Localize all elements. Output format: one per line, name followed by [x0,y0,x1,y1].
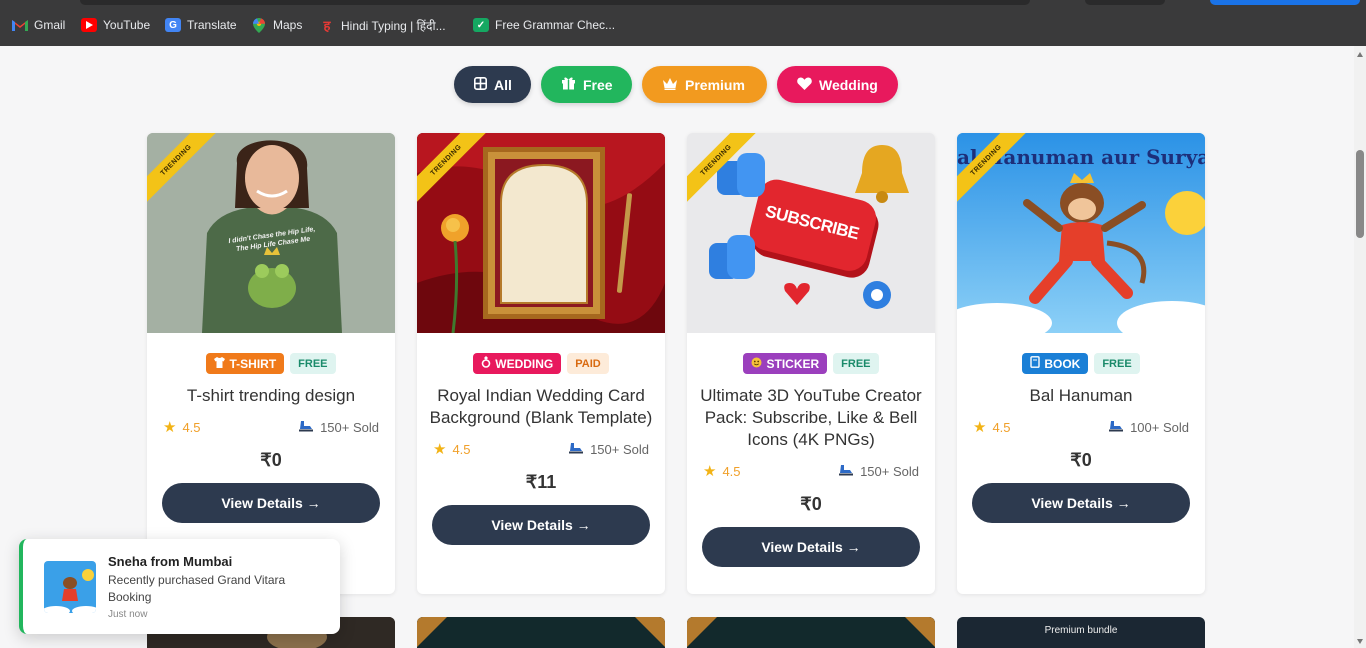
bookmark-maps[interactable]: Maps [251,17,302,33]
bookmark-label: YouTube [103,18,151,32]
bookmark-label: Maps [273,18,303,32]
star-icon: ★ [433,441,447,458]
ring-icon [481,356,491,371]
crown-icon [662,77,678,93]
product-price: ₹0 [800,494,822,514]
star-icon: ★ [703,463,717,480]
bookmark-label: Translate [187,18,237,32]
cart-icon [568,442,584,457]
filter-label: Wedding [819,76,878,93]
filter-free-button[interactable]: Free [541,66,632,103]
bookmark-label: Hindi Typing | हिंदी... [341,18,446,33]
gmail-icon [12,18,28,32]
gift-icon [561,76,576,93]
notification-time: Just now [108,609,148,620]
view-details-button[interactable]: View Details → [972,483,1190,523]
grammar-icon: ✓ [473,18,489,32]
sold-count: 150+ Sold [838,464,919,479]
product-card[interactable]: I didn't Chase the Hip Life, The Hip Lif… [147,133,395,594]
address-bar-edge [80,0,1030,5]
translate-icon: G [165,18,181,32]
product-card[interactable]: al Hanuman aur Surya D TRENDING BOOK FRE… [957,133,1205,594]
star-icon: ★ [973,419,987,436]
star-icon: ★ [163,419,177,436]
bookmark-youtube[interactable]: YouTube [81,17,150,33]
product-price: ₹0 [1070,450,1092,470]
view-details-button[interactable]: View Details → [432,505,650,545]
bookmark-label: Free Grammar Chec... [495,18,616,32]
bookmark-gmail[interactable]: Gmail [12,17,65,33]
product-image: SUBSCRIBE TRENDING [687,133,935,333]
cart-icon [298,420,314,435]
product-image: al Hanuman aur Surya D TRENDING [957,133,1205,333]
scroll-down-arrow-icon[interactable] [1357,639,1363,644]
product-card[interactable]: TRENDING WEDDING PAID Royal Indian Weddi… [417,133,665,594]
hindi-typing-icon: ह [323,18,331,33]
bookmarks-bar: Gmail YouTube G Translate Maps ह Hindi T… [0,0,1366,46]
toolbar-button-edge [1085,0,1165,5]
category-filters: All Free Premium Wedding [454,66,898,103]
scroll-up-arrow-icon[interactable] [1357,52,1363,57]
toolbar-button-edge-blue [1210,0,1360,5]
filter-label: Free [583,76,613,93]
bookmark-label: Gmail [34,18,66,32]
price-type-badge: FREE [833,353,879,374]
bookmark-translate[interactable]: G Translate [165,17,237,33]
product-card-partial[interactable] [687,617,935,648]
product-card-partial[interactable] [417,617,665,648]
category-badge: BOOK [1022,353,1089,374]
view-details-button[interactable]: View Details → [162,483,380,523]
notification-thumbnail [44,561,96,613]
product-image: TRENDING [417,133,665,333]
filter-premium-button[interactable]: Premium [642,66,767,103]
filter-label: Premium [685,76,745,93]
price-type-badge: FREE [1094,353,1140,374]
maps-icon [251,17,267,33]
sticker-icon [751,357,762,371]
filter-wedding-button[interactable]: Wedding [777,66,898,103]
filter-all-button[interactable]: All [454,66,531,103]
price-type-badge: FREE [290,353,336,374]
view-details-button[interactable]: View Details → [702,527,920,567]
product-price: ₹0 [260,450,282,470]
scrollbar-thumb[interactable] [1356,150,1364,238]
category-badge: WEDDING [473,353,562,374]
shirt-icon [214,356,226,371]
filter-label: All [494,76,512,93]
rating: ★ 4.5 [973,419,1011,436]
card-label: Premium bundle [1044,625,1118,636]
category-badge: T-SHIRT [206,353,285,374]
grid-icon [474,76,487,93]
book-icon [1030,356,1041,371]
price-type-badge: PAID [567,353,609,374]
sold-count: 150+ Sold [298,420,379,435]
product-grid: I didn't Chase the Hip Life, The Hip Lif… [147,133,1205,594]
rating: ★ 4.5 [703,463,741,480]
product-title: T-shirt trending design [186,386,356,405]
notification-message: Recently purchased Grand Vitara Booking [108,573,286,604]
youtube-icon [81,18,97,32]
rating: ★ 4.5 [433,441,471,458]
purchase-notification[interactable]: Sneha from Mumbai Recently purchased Gra… [19,539,340,634]
category-badge: STICKER [743,353,828,374]
product-title: Bal Hanuman [1029,386,1133,405]
notification-buyer: Sneha from Mumbai [108,554,233,569]
product-title: Royal Indian Wedding Card Background (Bl… [429,386,653,427]
product-image: I didn't Chase the Hip Life, The Hip Lif… [147,133,395,333]
product-card-partial[interactable]: Premium bundle [957,617,1205,648]
cart-icon [1108,420,1124,435]
cart-icon [838,464,854,479]
product-price: ₹11 [525,472,557,492]
bookmark-grammar[interactable]: ✓ Free Grammar Chec... [473,17,615,33]
rating: ★ 4.5 [163,419,201,436]
scrollbar[interactable] [1354,46,1366,648]
product-card[interactable]: SUBSCRIBE TRENDING STICKER FREE Ultimate… [687,133,935,594]
bookmark-hindi-typing[interactable]: ह Hindi Typing | हिंदी... [319,17,446,33]
sold-count: 100+ Sold [1108,420,1189,435]
sold-count: 150+ Sold [568,442,649,457]
product-title: Ultimate 3D YouTube Creator Pack: Subscr… [700,386,922,449]
heart-icon [797,77,812,93]
